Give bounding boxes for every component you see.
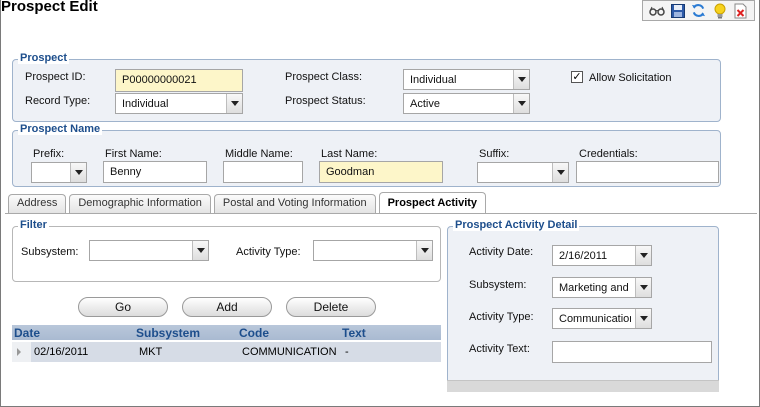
chevron-down-icon[interactable]	[226, 94, 242, 113]
activity-detail-legend: Prospect Activity Detail	[453, 219, 580, 231]
column-header-subsystem[interactable]: Subsystem	[136, 326, 200, 340]
credentials-label: Credentials:	[579, 148, 638, 160]
activity-text-label: Activity Text:	[469, 343, 530, 355]
activity-grid-header: Date Subsystem Code Text	[12, 325, 441, 340]
row-text: -	[345, 346, 349, 358]
last-name-label: Last Name:	[321, 148, 378, 160]
suffix-label: Suffix:	[479, 148, 510, 160]
chevron-down-icon[interactable]	[416, 241, 432, 260]
allow-solicitation-label: Allow Solicitation	[589, 72, 672, 84]
last-name-field[interactable]: Goodman	[319, 161, 443, 183]
chevron-down-icon[interactable]	[70, 163, 86, 182]
prospect-class-label: Prospect Class:	[285, 71, 363, 83]
record-type-label: Record Type:	[25, 95, 91, 107]
chevron-down-icon[interactable]	[635, 309, 651, 328]
chevron-down-icon[interactable]	[513, 70, 529, 89]
tab-prospect-activity[interactable]: Prospect Activity	[378, 192, 487, 213]
detail-subsystem-label: Subsystem:	[469, 279, 527, 291]
prospect-legend: Prospect	[18, 52, 70, 64]
row-gutter	[12, 342, 31, 362]
prospect-status-label: Prospect Status:	[285, 95, 366, 107]
row-date: 02/16/2011	[34, 346, 89, 358]
credentials-field[interactable]	[576, 161, 719, 183]
save-icon[interactable]	[670, 3, 686, 19]
detail-subsystem-value: Marketing and	[559, 282, 629, 294]
tab-postal-and-voting-information[interactable]: Postal and Voting Information	[213, 194, 376, 213]
prefix-select[interactable]	[31, 162, 87, 183]
filter-activity-type-label: Activity Type:	[236, 246, 301, 258]
row-indicator-icon	[17, 348, 21, 356]
filter-subsystem-select[interactable]	[89, 240, 209, 261]
column-header-code[interactable]: Code	[239, 326, 269, 340]
prospect-class-select[interactable]: Individual	[403, 69, 530, 90]
chevron-down-icon[interactable]	[635, 278, 651, 297]
lightbulb-icon[interactable]	[712, 3, 728, 19]
record-type-select[interactable]: Individual	[115, 93, 243, 114]
prospect-status-value: Active	[410, 98, 440, 110]
tab-address[interactable]: Address	[8, 194, 67, 213]
prospect-class-value: Individual	[410, 74, 457, 86]
first-name-label: First Name:	[105, 148, 162, 160]
chevron-down-icon[interactable]	[513, 94, 529, 113]
tab-divider	[5, 213, 757, 214]
tab-strip: Address Demographic Information Postal a…	[8, 192, 489, 214]
filter-activity-type-select[interactable]	[313, 240, 433, 261]
activity-date-label: Activity Date:	[469, 246, 534, 258]
tab-demographic-information[interactable]: Demographic Information	[69, 194, 211, 213]
activity-date-value: 2/16/2011	[559, 250, 608, 262]
column-header-text[interactable]: Text	[342, 326, 366, 340]
detail-activity-type-select[interactable]: Communication	[552, 308, 652, 329]
chevron-down-icon[interactable]	[635, 246, 651, 265]
prospect-id-field[interactable]: P00000000021	[115, 69, 243, 92]
table-row[interactable]: 02/16/2011 MKT COMMUNICATION -	[12, 342, 441, 362]
middle-name-label: Middle Name:	[225, 148, 293, 160]
first-name-field[interactable]: Benny	[103, 161, 207, 183]
allow-solicitation-checkbox[interactable]: ✓	[571, 71, 583, 83]
delete-button[interactable]: Delete	[286, 297, 376, 317]
page-title: Prospect Edit	[1, 0, 98, 15]
activity-date-picker[interactable]: 2/16/2011	[552, 245, 652, 266]
detail-subsystem-select[interactable]: Marketing and	[552, 277, 652, 298]
refresh-icon[interactable]	[691, 3, 707, 19]
chevron-down-icon[interactable]	[192, 241, 208, 260]
row-code: COMMUNICATION	[242, 346, 337, 358]
prospect-name-legend: Prospect Name	[18, 123, 103, 135]
add-button[interactable]: Add	[182, 297, 272, 317]
filter-subsystem-label: Subsystem:	[21, 246, 79, 258]
detail-activity-type-value: Communication	[559, 313, 631, 325]
delete-icon[interactable]	[733, 3, 749, 19]
filter-legend: Filter	[18, 219, 49, 231]
detail-activity-type-label: Activity Type:	[469, 311, 534, 323]
row-subsystem: MKT	[139, 346, 163, 358]
middle-name-field[interactable]	[223, 161, 303, 183]
toolbar	[642, 0, 755, 21]
detail-scrollbar[interactable]	[447, 380, 719, 392]
prefix-label: Prefix:	[33, 148, 65, 160]
glasses-icon[interactable]	[648, 3, 665, 19]
prospect-id-label: Prospect ID:	[25, 71, 86, 83]
column-header-date[interactable]: Date	[14, 326, 40, 340]
suffix-select[interactable]	[477, 162, 569, 183]
prospect-status-select[interactable]: Active	[403, 93, 530, 114]
chevron-down-icon[interactable]	[552, 163, 568, 182]
activity-text-field[interactable]	[552, 341, 712, 363]
go-button[interactable]: Go	[78, 297, 168, 317]
record-type-value: Individual	[122, 98, 169, 110]
